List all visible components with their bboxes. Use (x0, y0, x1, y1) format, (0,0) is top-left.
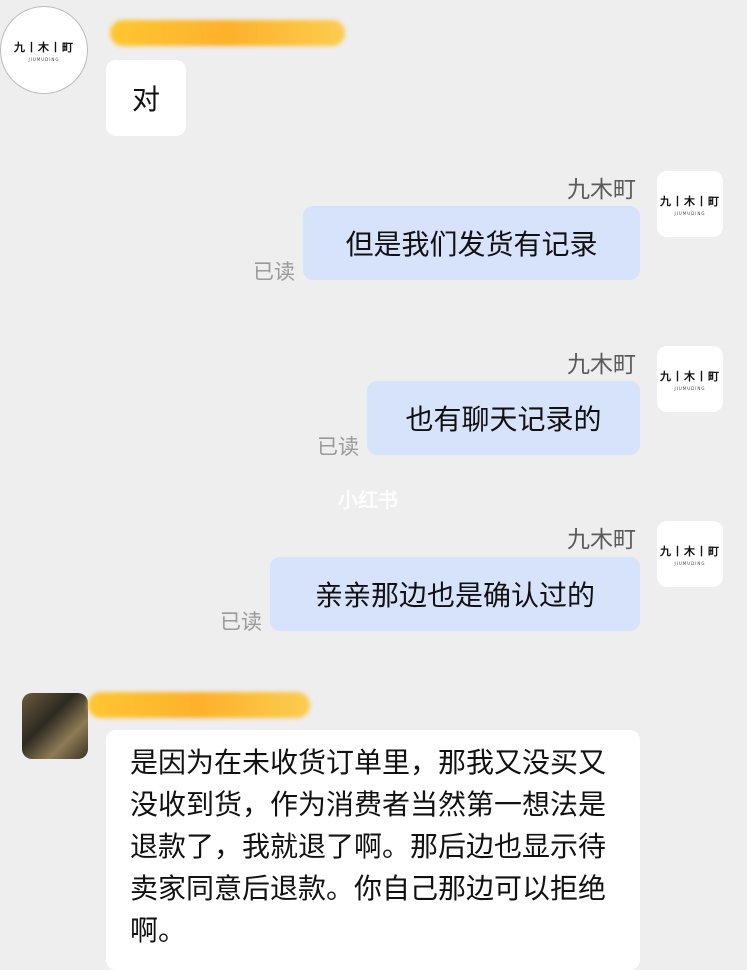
sender-name: 九木町 (567, 177, 636, 203)
read-receipt: 已读 (253, 260, 295, 284)
message-text: 但是我们发货有记录 (345, 228, 598, 261)
message-bubble-outgoing[interactable]: 但是我们发货有记录 (303, 206, 640, 280)
sender-name: 九木町 (567, 527, 636, 553)
read-receipt: 已读 (220, 610, 262, 634)
brand-logo-subtext: JIUMUDING (674, 385, 706, 391)
redacted-customer-name (110, 20, 345, 46)
sender-name: 九木町 (567, 352, 636, 378)
message-bubble-incoming[interactable]: 是因为在未收货订单里，那我又没买又没收到货，作为消费者当然第一想法是退款了，我就… (106, 730, 640, 970)
message-text: 是因为在未收货订单里，那我又没买又没收到货，作为消费者当然第一想法是退款了，我就… (130, 746, 607, 947)
brand-logo-subtext: JIUMUDING (28, 56, 60, 62)
customer-avatar[interactable]: 九丨木丨町 JIUMUDING (0, 6, 88, 94)
brand-logo-text: 九丨木丨町 (660, 369, 720, 383)
message-bubble-outgoing[interactable]: 亲亲那边也是确认过的 (270, 557, 640, 631)
store-avatar[interactable]: 九丨木丨町 JIUMUDING (657, 346, 723, 412)
store-avatar[interactable]: 九丨木丨町 JIUMUDING (657, 171, 723, 237)
brand-logo-circle: 九丨木丨町 JIUMUDING (0, 6, 88, 94)
redacted-customer-name (88, 692, 310, 718)
brand-logo-text: 九丨木丨町 (660, 544, 720, 558)
watermark: 小红书 (338, 488, 398, 512)
customer-avatar[interactable] (22, 693, 88, 759)
message-bubble-incoming[interactable]: 对 (106, 60, 186, 136)
brand-logo-subtext: JIUMUDING (674, 210, 706, 216)
message-text: 也有聊天记录的 (405, 403, 602, 436)
brand-logo-text: 九丨木丨町 (14, 40, 74, 54)
message-bubble-outgoing[interactable]: 也有聊天记录的 (367, 381, 640, 455)
message-text: 对 (131, 83, 160, 116)
brand-logo-text: 九丨木丨町 (660, 194, 720, 208)
brand-logo-subtext: JIUMUDING (674, 560, 706, 566)
message-text: 亲亲那边也是确认过的 (314, 579, 595, 612)
read-receipt: 已读 (317, 435, 359, 459)
store-avatar[interactable]: 九丨木丨町 JIUMUDING (657, 521, 723, 587)
